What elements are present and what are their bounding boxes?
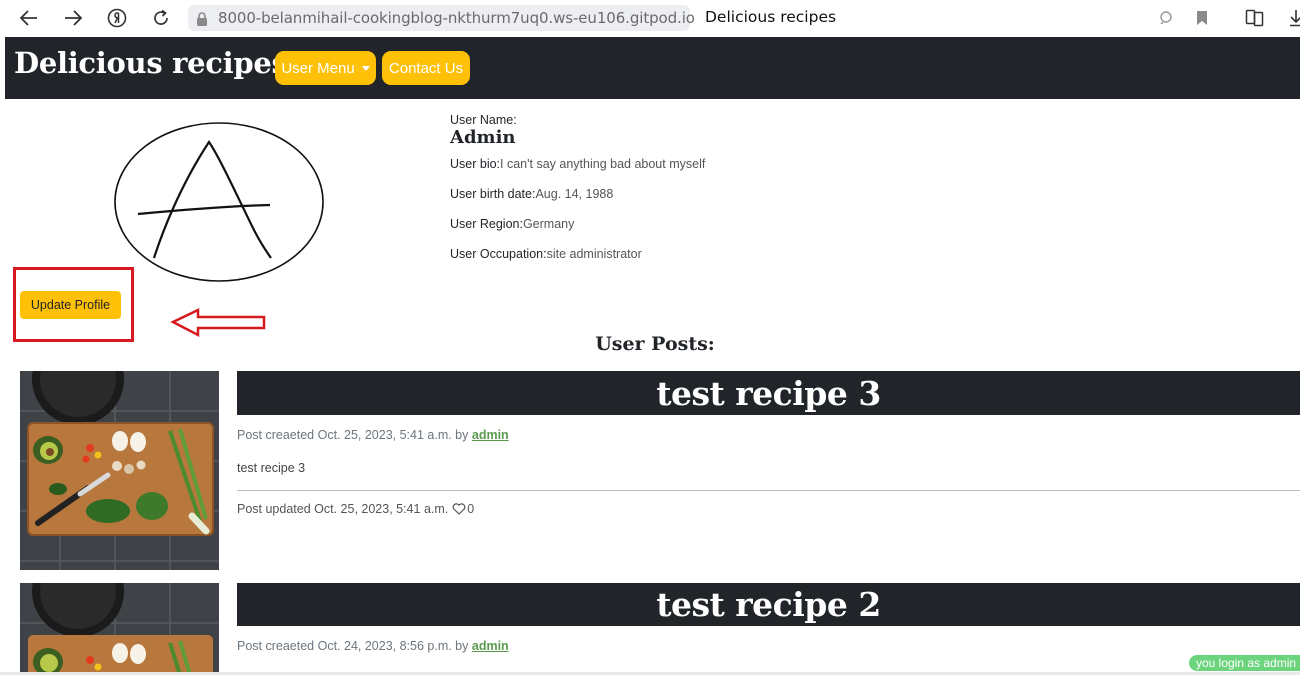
tab-title: Delicious recipes (705, 8, 837, 26)
post-title[interactable]: test recipe 2 (237, 583, 1300, 626)
browser-toolbar: 8000-belanmihail-cookingblog-nkthurm7uq0… (0, 0, 1300, 37)
post-thumbnail[interactable] (20, 371, 219, 570)
forward-icon[interactable] (60, 6, 86, 30)
user-avatar (114, 122, 324, 282)
download-icon[interactable] (1285, 7, 1300, 29)
bio-label: User bio: (450, 157, 501, 171)
post-thumbnail[interactable] (20, 583, 219, 675)
lock-icon (196, 11, 208, 26)
post-created-text: Post creaeted Oct. 24, 2023, 8:56 p.m. b… (237, 639, 469, 653)
site-navbar: Delicious recipes User Menu Contact Us (5, 37, 1300, 99)
bookmark-icon[interactable] (1191, 7, 1213, 29)
yandex-icon[interactable] (104, 6, 130, 30)
post-divider (237, 490, 1300, 491)
birth-row: User birth date:Aug. 14, 1988 (450, 187, 613, 201)
post-created-text: Post creaeted Oct. 25, 2023, 5:41 a.m. b… (237, 428, 469, 442)
author-link[interactable]: admin (472, 639, 509, 653)
caret-down-icon (361, 65, 370, 71)
search-icon[interactable] (1155, 7, 1177, 29)
contact-us-button[interactable]: Contact Us (382, 51, 470, 85)
likes-count: 0 (467, 502, 475, 516)
occupation-row: User Occupation:site administrator (450, 247, 642, 261)
heart-icon[interactable] (452, 503, 466, 515)
update-profile-button[interactable]: Update Profile (20, 291, 121, 319)
site-brand[interactable]: Delicious recipes (14, 46, 288, 80)
user-posts-heading: User Posts: (595, 333, 715, 355)
post-created-meta: Post creaeted Oct. 25, 2023, 5:41 a.m. b… (237, 428, 509, 442)
username: Admin (450, 127, 516, 148)
collections-icon[interactable] (1244, 7, 1266, 29)
reload-icon[interactable] (148, 6, 174, 30)
bio-row: User bio:I can't say anything bad about … (450, 157, 705, 171)
occupation-value: site administrator (546, 247, 642, 261)
back-icon[interactable] (16, 6, 42, 30)
user-menu-button[interactable]: User Menu (275, 51, 376, 85)
occupation-label: User Occupation: (450, 247, 547, 261)
region-row: User Region:Germany (450, 217, 574, 231)
post-updated-text: Post updated Oct. 25, 2023, 5:41 a.m. (237, 502, 449, 516)
region-value: Germany (522, 217, 575, 231)
region-label: User Region: (450, 217, 523, 231)
post-created-meta: Post creaeted Oct. 24, 2023, 8:56 p.m. b… (237, 639, 509, 653)
address-bar[interactable]: 8000-belanmihail-cookingblog-nkthurm7uq0… (188, 5, 695, 31)
post-excerpt: test recipe 3 (237, 461, 306, 475)
post-updated-meta: Post updated Oct. 25, 2023, 5:41 a.m. 0 (237, 502, 474, 516)
bio-value: I can't say anything bad about myself (500, 157, 706, 171)
author-link[interactable]: admin (472, 428, 509, 442)
login-status-badge: you login as admin (1189, 655, 1300, 671)
url-text: 8000-belanmihail-cookingblog-nkthurm7uq0… (218, 9, 695, 27)
birth-value: Aug. 14, 1988 (535, 187, 614, 201)
user-menu-label: User Menu (281, 59, 355, 77)
birth-label: User birth date: (450, 187, 536, 201)
post-title[interactable]: test recipe 3 (237, 371, 1300, 415)
username-label: User Name: (450, 113, 517, 127)
